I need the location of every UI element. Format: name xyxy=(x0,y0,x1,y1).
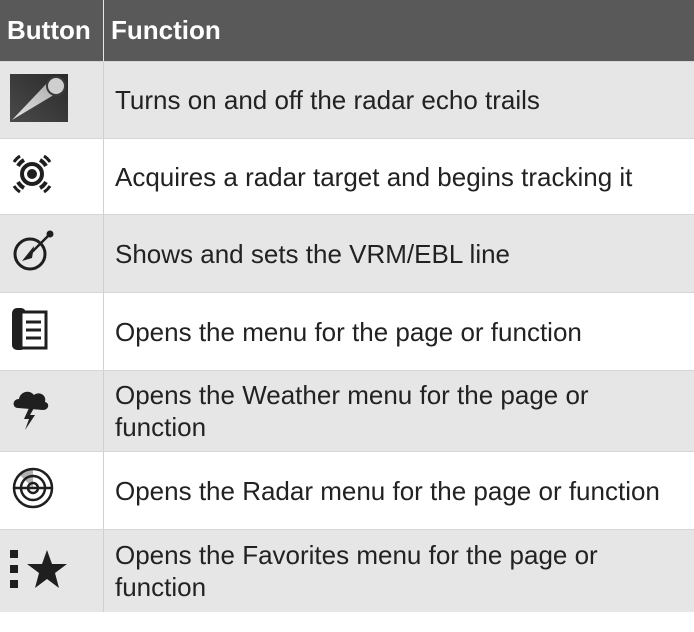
icon-cell xyxy=(0,139,104,214)
radar-scope-icon[interactable] xyxy=(10,465,56,516)
button-function-table: Button Function Turns on and off the rad… xyxy=(0,0,694,612)
function-text: Opens the Weather menu for the page or f… xyxy=(115,380,589,442)
radar-echo-trails-icon[interactable] xyxy=(10,73,68,127)
icon-cell xyxy=(0,62,104,138)
table-row: Opens the Favorites menu for the page or… xyxy=(0,529,694,612)
table-row: Opens the menu for the page or function xyxy=(0,292,694,370)
target-acquire-icon[interactable] xyxy=(10,152,54,201)
table-row: Opens the Radar menu for the page or fun… xyxy=(0,451,694,529)
icon-cell xyxy=(0,530,104,612)
table-header: Button Function xyxy=(0,0,694,61)
icon-cell xyxy=(0,215,104,292)
icon-cell xyxy=(0,293,104,370)
table-row: Shows and sets the VRM/EBL line xyxy=(0,214,694,292)
vrm-ebl-icon[interactable] xyxy=(10,228,56,279)
header-button: Button xyxy=(0,0,104,61)
favorites-star-icon[interactable] xyxy=(10,546,70,597)
function-text: Shows and sets the VRM/EBL line xyxy=(115,238,511,269)
menu-icon[interactable] xyxy=(10,306,48,357)
function-text: Opens the Radar menu for the page or fun… xyxy=(115,475,660,506)
table-row: Turns on and off the radar echo trails xyxy=(0,61,694,138)
header-function: Function xyxy=(111,15,221,45)
icon-cell xyxy=(0,452,104,529)
table-row: Acquires a radar target and begins track… xyxy=(0,138,694,214)
weather-storm-icon[interactable] xyxy=(10,386,50,437)
function-text: Acquires a radar target and begins track… xyxy=(115,161,633,192)
function-text: Turns on and off the radar echo trails xyxy=(115,85,540,115)
function-text: Opens the menu for the page or function xyxy=(115,316,582,347)
icon-cell xyxy=(0,371,104,451)
table-row: Opens the Weather menu for the page or f… xyxy=(0,370,694,451)
function-text: Opens the Favorites menu for the page or… xyxy=(115,540,598,602)
